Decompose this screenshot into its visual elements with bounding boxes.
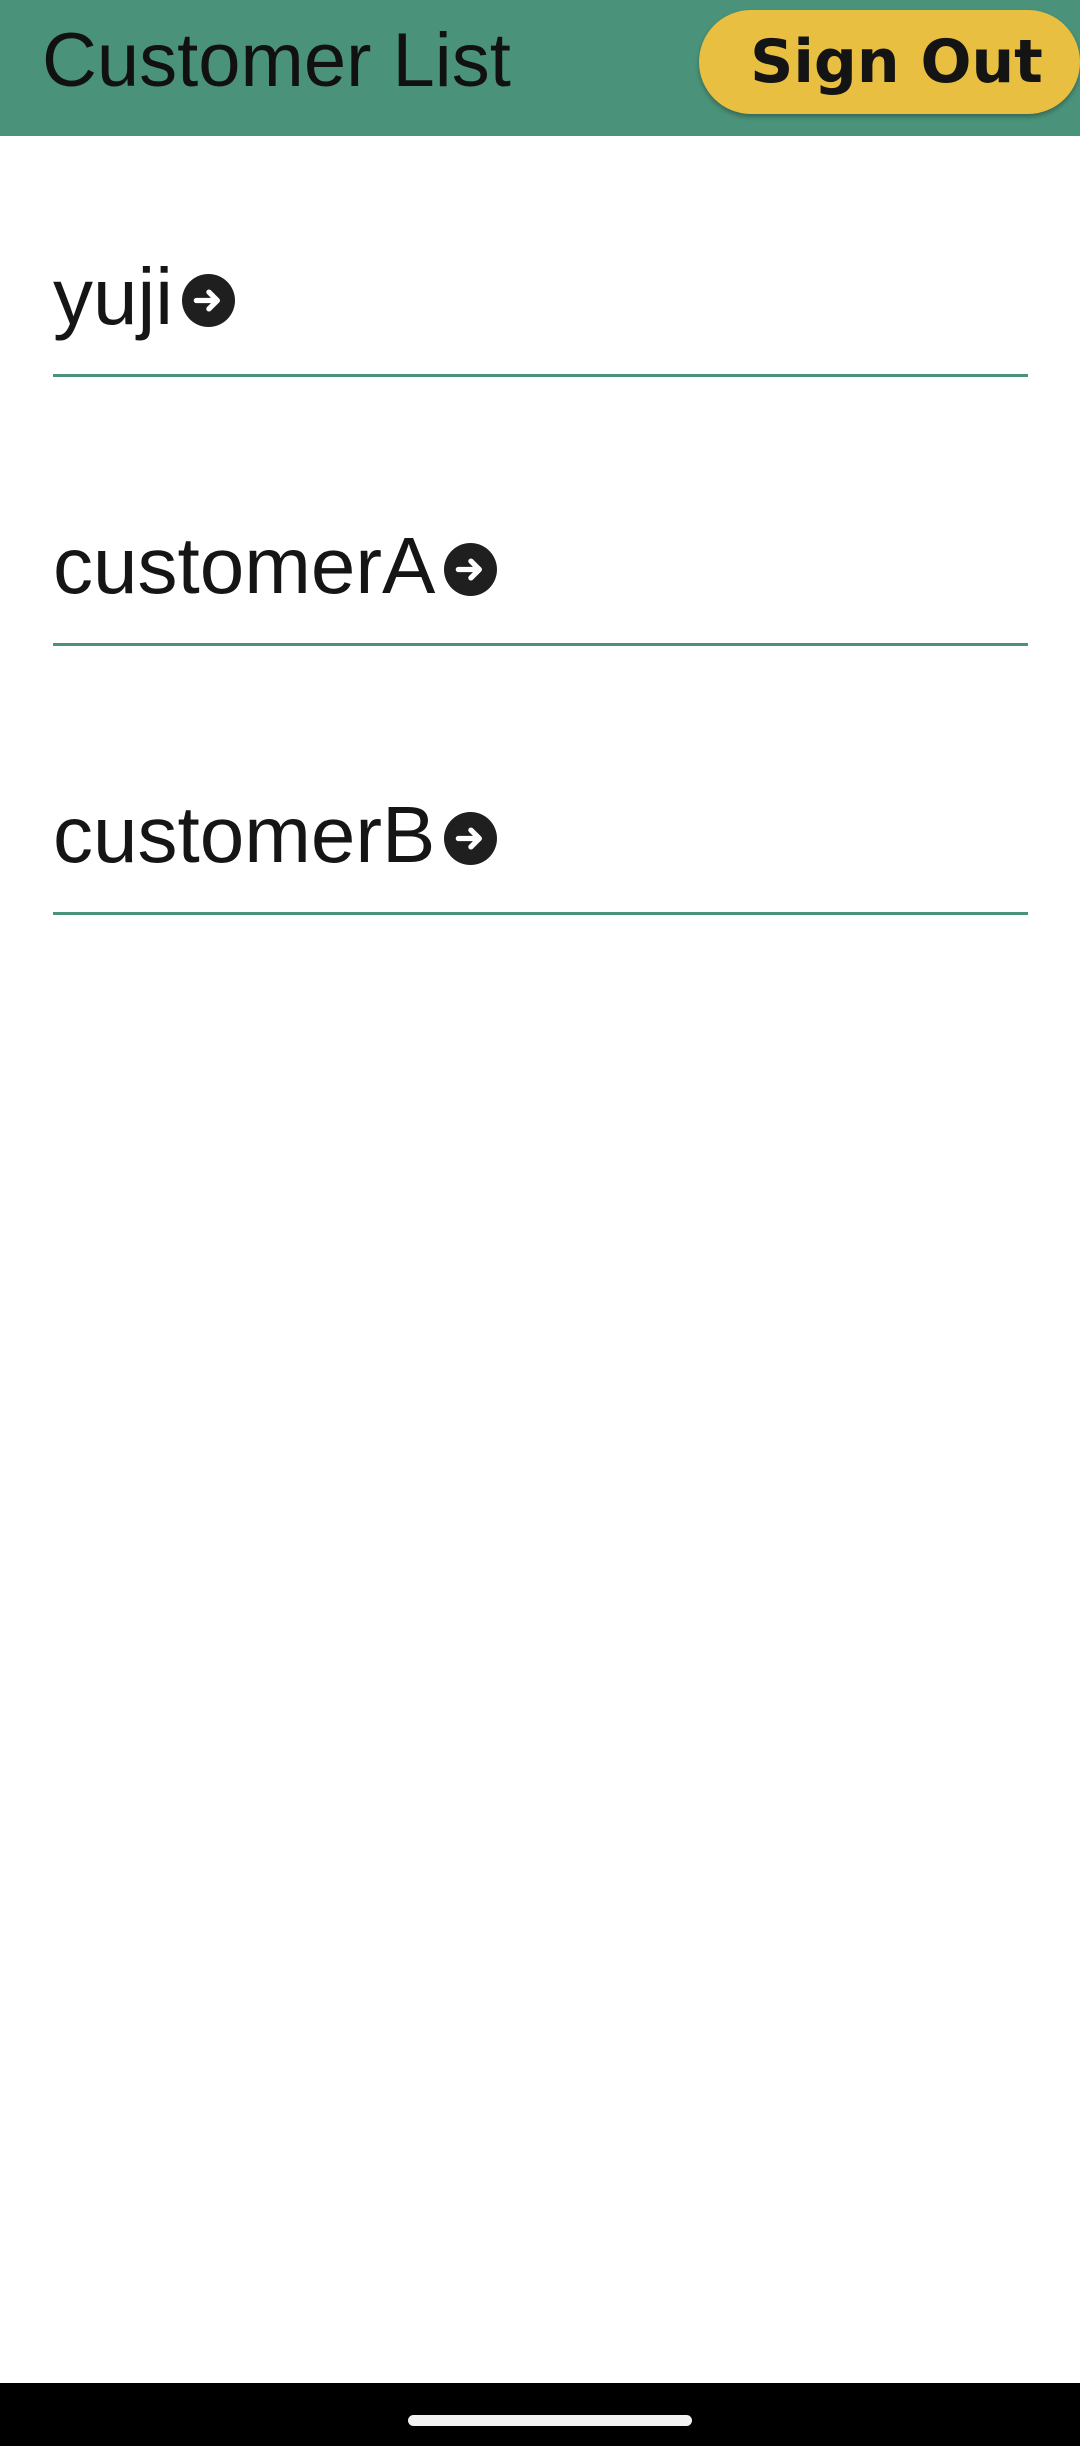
page-title: Customer List xyxy=(42,18,511,103)
customer-link-customerA[interactable]: customerA xyxy=(53,521,498,611)
sign-out-button[interactable]: Sign Out xyxy=(699,10,1080,114)
app-header: Customer List Sign Out xyxy=(0,0,1080,136)
customer-link-yuji[interactable]: yuji xyxy=(53,252,236,342)
row-divider xyxy=(53,643,1028,646)
arrow-right-circle-icon xyxy=(444,811,498,865)
customer-row: yuji xyxy=(0,136,1080,405)
customer-name: customerA xyxy=(53,521,436,610)
row-divider xyxy=(53,912,1028,915)
home-indicator[interactable] xyxy=(408,2415,692,2426)
row-divider xyxy=(53,374,1028,377)
customer-name: yuji xyxy=(53,252,174,341)
customer-row: customerA xyxy=(0,405,1080,674)
arrow-right-circle-icon xyxy=(444,542,498,596)
customer-link-customerB[interactable]: customerB xyxy=(53,790,498,880)
customer-list: yuji customerA customerB xyxy=(0,136,1080,943)
customer-name: customerB xyxy=(53,790,436,879)
system-navigation-bar xyxy=(0,2383,1080,2446)
arrow-right-circle-icon xyxy=(182,273,236,327)
app-screen: Customer List Sign Out yuji customerA cu… xyxy=(0,0,1080,2446)
customer-row: customerB xyxy=(0,674,1080,943)
